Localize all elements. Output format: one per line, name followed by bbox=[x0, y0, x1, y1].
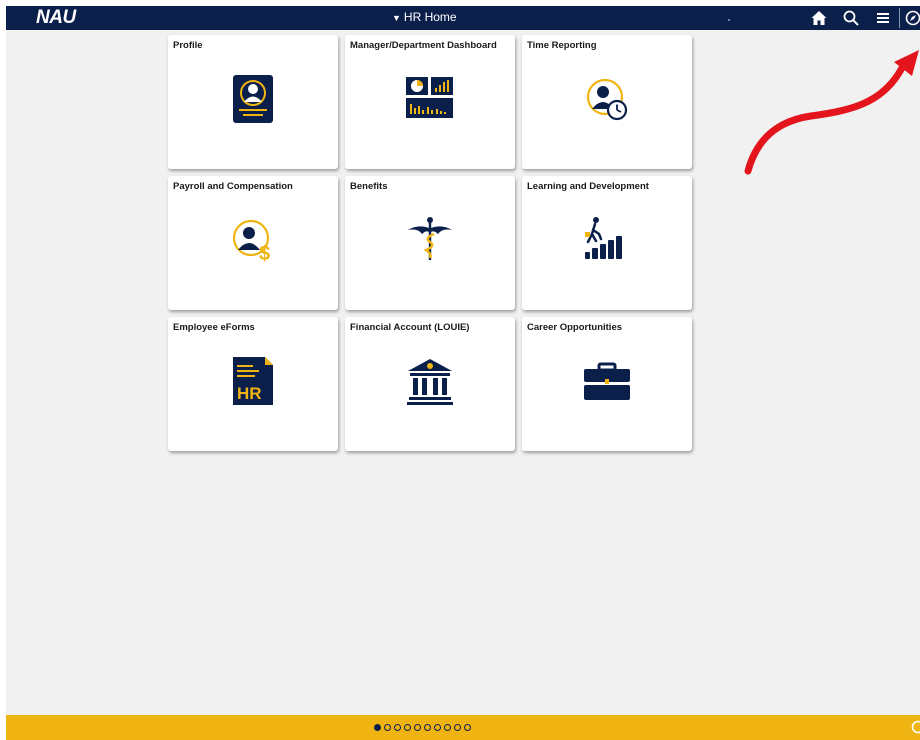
tile-label: Learning and Development bbox=[527, 181, 649, 192]
page-dot-9[interactable] bbox=[454, 724, 461, 731]
caduceus-icon bbox=[402, 212, 458, 268]
homepage-selector[interactable]: ▼ HR Home bbox=[392, 9, 457, 26]
nau-logo[interactable]: NAU bbox=[36, 7, 76, 29]
header-indicator-dot bbox=[728, 19, 730, 21]
header-bar: NAU ▼ HR Home bbox=[6, 6, 920, 30]
tile-label: Time Reporting bbox=[527, 40, 597, 51]
briefcase-icon bbox=[579, 353, 635, 409]
hr-form-icon: HR bbox=[225, 353, 281, 409]
tile-profile[interactable]: Profile bbox=[168, 35, 338, 169]
tile-manager-dashboard[interactable]: Manager/Department Dashboard bbox=[345, 35, 515, 169]
navbar-icon[interactable] bbox=[904, 9, 920, 27]
caret-down-icon: ▼ bbox=[392, 13, 401, 23]
tile-label: Payroll and Compensation bbox=[173, 181, 293, 192]
tile-label: Profile bbox=[173, 40, 203, 51]
page-dot-4[interactable] bbox=[404, 724, 411, 731]
page-footer bbox=[6, 715, 920, 740]
tile-career-opportunities[interactable]: Career Opportunities bbox=[522, 317, 692, 451]
page-dot-3[interactable] bbox=[394, 724, 401, 731]
person-clock-icon bbox=[579, 71, 635, 127]
svg-text:$: $ bbox=[259, 243, 270, 265]
climbing-steps-icon bbox=[579, 212, 635, 268]
tile-label: Financial Account (LOUIE) bbox=[350, 322, 470, 333]
tile-time-reporting[interactable]: Time Reporting bbox=[522, 35, 692, 169]
profile-card-icon bbox=[225, 71, 281, 127]
page-dots bbox=[374, 724, 471, 732]
person-dollar-icon: $ bbox=[225, 212, 281, 268]
tile-label: Manager/Department Dashboard bbox=[350, 40, 497, 51]
tile-learning-development[interactable]: Learning and Development bbox=[522, 176, 692, 310]
page-dot-8[interactable] bbox=[444, 724, 451, 731]
page-dot-1[interactable] bbox=[374, 724, 381, 731]
tile-label: Benefits bbox=[350, 181, 388, 192]
page-dot-6[interactable] bbox=[424, 724, 431, 731]
svg-text:HR: HR bbox=[237, 384, 262, 403]
tile-benefits[interactable]: Benefits bbox=[345, 176, 515, 310]
page-dot-7[interactable] bbox=[434, 724, 441, 731]
tile-payroll-compensation[interactable]: Payroll and Compensation $ bbox=[168, 176, 338, 310]
tile-label: Employee eForms bbox=[173, 322, 255, 333]
dashboard-chart-icon bbox=[402, 71, 458, 127]
page-dot-5[interactable] bbox=[414, 724, 421, 731]
footer-circle-icon[interactable] bbox=[911, 720, 920, 734]
home-icon[interactable] bbox=[810, 9, 828, 27]
page-dot-10[interactable] bbox=[464, 724, 471, 731]
tile-employee-eforms[interactable]: Employee eForms HR bbox=[168, 317, 338, 451]
annotation-arrow-icon bbox=[744, 50, 919, 175]
app-frame: NAU ▼ HR Home Profile Manager/Department… bbox=[6, 6, 920, 740]
tile-label: Career Opportunities bbox=[527, 322, 623, 333]
header-divider bbox=[899, 8, 900, 28]
bank-icon bbox=[402, 353, 458, 409]
page-dot-2[interactable] bbox=[384, 724, 391, 731]
search-icon[interactable] bbox=[842, 9, 860, 27]
menu-icon[interactable] bbox=[874, 9, 892, 27]
tile-financial-account[interactable]: Financial Account (LOUIE) bbox=[345, 317, 515, 451]
homepage-title: HR Home bbox=[403, 10, 457, 24]
